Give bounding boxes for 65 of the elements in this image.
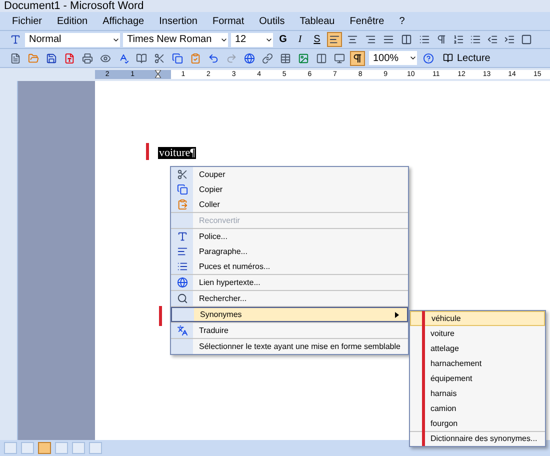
menu-item[interactable]: Sélectionner le texte ayant une mise en forme semblable: [171, 339, 408, 354]
menu-item[interactable]: Fenêtre: [350, 14, 384, 28]
font-dropdown[interactable]: Times New Roman: [123, 32, 228, 46]
menu-item[interactable]: Lien hypertexte...: [171, 275, 408, 290]
reading-button[interactable]: Lecture: [439, 50, 494, 66]
menu-item[interactable]: Police...: [171, 229, 408, 244]
book-icon[interactable]: [134, 51, 148, 65]
italic-button[interactable]: I: [293, 32, 307, 47]
save-icon[interactable]: [44, 51, 58, 65]
table-icon[interactable]: [278, 51, 292, 65]
underline-button[interactable]: S: [310, 32, 324, 47]
indent-marker-icon[interactable]: [154, 70, 161, 78]
menu-item[interactable]: Synonymes: [171, 307, 408, 322]
copy-icon: [175, 182, 189, 196]
scissors-icon: [175, 168, 189, 182]
search-icon: [175, 292, 189, 306]
menu-item[interactable]: Rechercher...: [171, 291, 408, 306]
style-dropdown[interactable]: Normal: [25, 32, 120, 46]
menu-item[interactable]: Format: [212, 14, 244, 28]
align-left-icon[interactable]: [327, 32, 342, 47]
synonym-item[interactable]: véhicule: [410, 311, 546, 326]
menu-item[interactable]: Tableau: [300, 14, 335, 28]
globe-icon[interactable]: [242, 51, 256, 65]
print-icon[interactable]: [80, 51, 94, 65]
pilcrow-button[interactable]: [350, 50, 365, 66]
numbering-icon[interactable]: [451, 32, 465, 46]
synonym-item[interactable]: attelage: [410, 341, 546, 356]
synonym-item[interactable]: harnais: [410, 386, 546, 401]
scissors-icon[interactable]: [152, 51, 166, 65]
window-title: Document1 - Microsoft Word: [4, 0, 144, 12]
help-icon[interactable]: [421, 51, 435, 65]
translate-icon: [175, 324, 189, 338]
menu-item[interactable]: ?: [399, 14, 405, 28]
annotation-mark: [146, 143, 149, 160]
menu-item[interactable]: Affichage: [102, 14, 144, 28]
thesaurus-item[interactable]: Dictionnaire des synonymes...: [410, 431, 546, 446]
border-icon[interactable]: [519, 32, 533, 46]
book-icon: [443, 53, 453, 63]
menu-item[interactable]: Couper: [171, 167, 408, 182]
annotation-mark: [159, 306, 162, 326]
selected-word: voiture¶: [158, 147, 196, 159]
size-dropdown[interactable]: 12: [231, 32, 273, 46]
menu-item[interactable]: Edition: [57, 14, 88, 28]
menu-item[interactable]: Insertion: [159, 14, 198, 28]
monitor-icon[interactable]: [332, 51, 346, 65]
bold-button[interactable]: G: [276, 32, 290, 47]
synonym-item[interactable]: harnachement: [410, 356, 546, 371]
menu-item[interactable]: Traduire: [171, 323, 408, 338]
synonym-item[interactable]: équipement: [410, 371, 546, 386]
menu-item[interactable]: Coller: [171, 197, 408, 212]
pilcrow-icon: [352, 52, 363, 64]
zoom-dropdown[interactable]: 100%: [369, 51, 417, 65]
copy-icon[interactable]: [170, 51, 184, 65]
menu-item[interactable]: Copier: [171, 182, 408, 197]
menu-item[interactable]: Puces et numéros...: [171, 259, 408, 274]
menu-item[interactable]: Outils: [259, 14, 285, 28]
synonym-item[interactable]: camion: [410, 401, 546, 416]
menu-item[interactable]: Fichier: [12, 14, 42, 28]
link-icon[interactable]: [260, 51, 274, 65]
image-icon[interactable]: [296, 51, 310, 65]
synonym-item[interactable]: voiture: [410, 326, 546, 341]
synonym-item[interactable]: fourgon: [410, 416, 546, 431]
menu-item[interactable]: Paragraphe...: [171, 244, 408, 259]
columns-icon[interactable]: [314, 51, 328, 65]
globe-icon: [175, 276, 189, 290]
